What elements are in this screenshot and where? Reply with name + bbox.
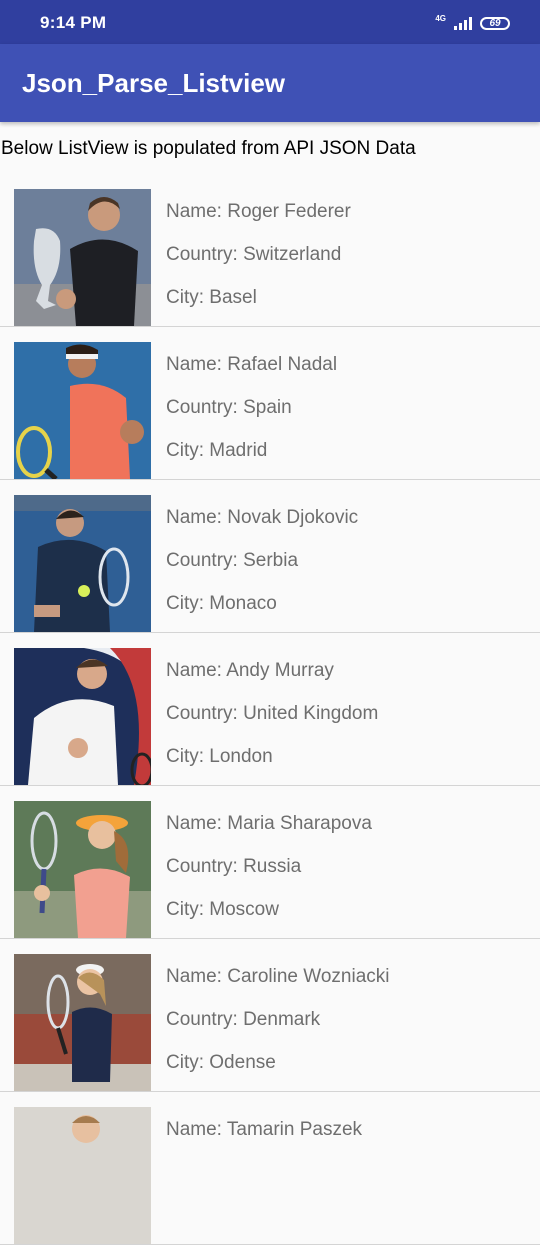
player-country: Country: Russia	[166, 856, 302, 877]
battery-level: 69	[489, 17, 501, 29]
player-photo	[14, 342, 151, 479]
player-country: Country: Serbia	[166, 550, 299, 571]
list-item[interactable]: Name: Novak Djokovic Country: Serbia Cit…	[0, 480, 540, 633]
player-photo	[14, 648, 151, 785]
list-item[interactable]: Name: Rafael Nadal Country: Spain City: …	[0, 327, 540, 480]
app-title: Json_Parse_Listview	[22, 68, 286, 98]
player-country: Country: United Kingdom	[166, 703, 379, 724]
intro-text: Below ListView is populated from API JSO…	[1, 138, 416, 159]
player-city: City: Monaco	[166, 593, 277, 614]
player-photo	[14, 801, 151, 938]
player-photo	[14, 495, 151, 632]
player-country: Country: Spain	[166, 397, 292, 418]
player-list[interactable]: Name: Roger Federer Country: Switzerland…	[0, 174, 540, 1245]
signal-icon	[454, 16, 472, 30]
player-city: City: Odense	[166, 1052, 276, 1073]
list-item[interactable]: Name: Tamarin Paszek	[0, 1092, 540, 1245]
player-name: Name: Andy Murray	[166, 660, 334, 681]
player-name: Name: Tamarin Paszek	[166, 1119, 363, 1140]
player-name: Name: Roger Federer	[166, 201, 351, 222]
player-photo	[14, 954, 151, 1091]
status-bar: 9:14 PM 4G 69	[0, 0, 540, 44]
player-city: City: London	[166, 746, 273, 767]
player-city: City: Madrid	[166, 440, 268, 461]
list-item[interactable]: Name: Maria Sharapova Country: Russia Ci…	[0, 786, 540, 939]
player-name: Name: Novak Djokovic	[166, 507, 359, 528]
player-city: City: Basel	[166, 287, 257, 308]
list-item[interactable]: Name: Roger Federer Country: Switzerland…	[0, 174, 540, 327]
status-time: 9:14 PM	[40, 13, 107, 32]
app-bar: Json_Parse_Listview	[0, 44, 540, 122]
network-type-label: 4G	[435, 14, 446, 23]
list-item[interactable]: Name: Caroline Wozniacki Country: Denmar…	[0, 939, 540, 1092]
player-city: City: Moscow	[166, 899, 279, 920]
player-photo	[14, 189, 151, 326]
player-name: Name: Maria Sharapova	[166, 813, 372, 834]
status-icons: 4G 69	[435, 13, 510, 33]
player-country: Country: Switzerland	[166, 244, 342, 265]
player-photo	[14, 1107, 151, 1244]
player-name: Name: Caroline Wozniacki	[166, 966, 390, 987]
player-name: Name: Rafael Nadal	[166, 354, 338, 375]
battery-icon: 69	[480, 16, 510, 30]
player-country: Country: Denmark	[166, 1009, 321, 1030]
list-item[interactable]: Name: Andy Murray Country: United Kingdo…	[0, 633, 540, 786]
